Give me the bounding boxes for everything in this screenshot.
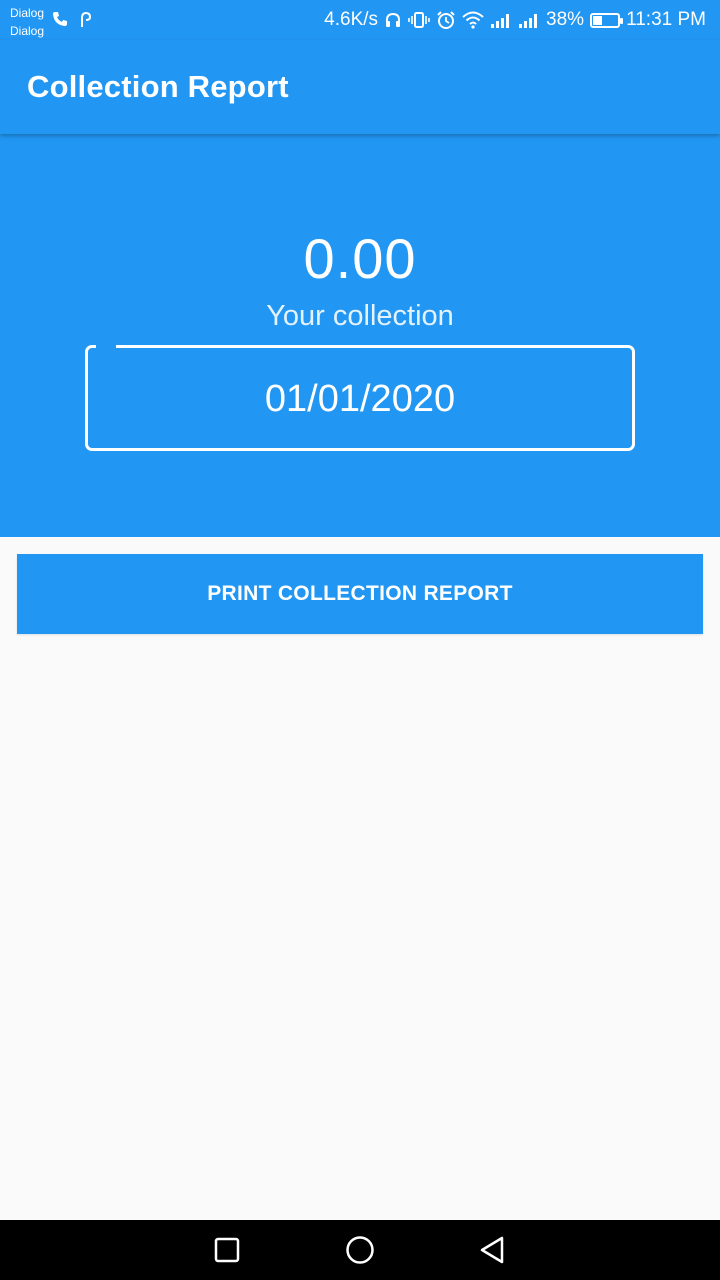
carrier-names: Dialog Dialog [10,4,44,40]
carrier-1: Dialog [10,6,45,20]
status-bar: Dialog Dialog 4.6K/s 38% 11:31 PM [0,0,720,40]
battery-level [593,15,603,25]
signal-icon [490,12,512,28]
carrier-2: Dialog [10,24,45,38]
status-left-icons [52,10,92,33]
alarm-icon [436,10,456,30]
battery-percent: 38% [546,9,585,30]
home-icon[interactable] [344,1234,376,1266]
app-bar: Collection Report [0,40,720,134]
headphones-icon [384,11,402,29]
status-right: 4.6K/s 38% 11:31 PM [324,8,706,32]
network-speed: 4.6K/s [324,9,379,30]
screen: Dialog Dialog 4.6K/s 38% 11:31 PM Collec… [0,0,720,1280]
recents-icon[interactable] [211,1234,243,1266]
battery-icon [590,12,624,28]
nfc-icon [78,10,92,33]
system-nav-bar [0,1220,720,1280]
print-collection-report-button[interactable]: PRINT COLLECTION REPORT [17,554,703,634]
phone-icon [52,11,68,32]
wifi-icon [462,11,484,29]
selected-date: 01/01/2020 [264,378,456,420]
collection-summary: 0.00 Your collection 01/01/2020 [0,134,720,537]
collection-amount: 0.00 [303,227,417,290]
field-outline-notch [96,344,116,350]
page-title: Collection Report [27,69,289,104]
signal-icon [518,12,540,28]
collection-label: Your collection [266,300,454,332]
back-icon[interactable] [477,1234,509,1266]
vibrate-icon [408,11,430,29]
date-picker-field[interactable]: 01/01/2020 [85,344,635,451]
clock: 11:31 PM [626,9,706,30]
